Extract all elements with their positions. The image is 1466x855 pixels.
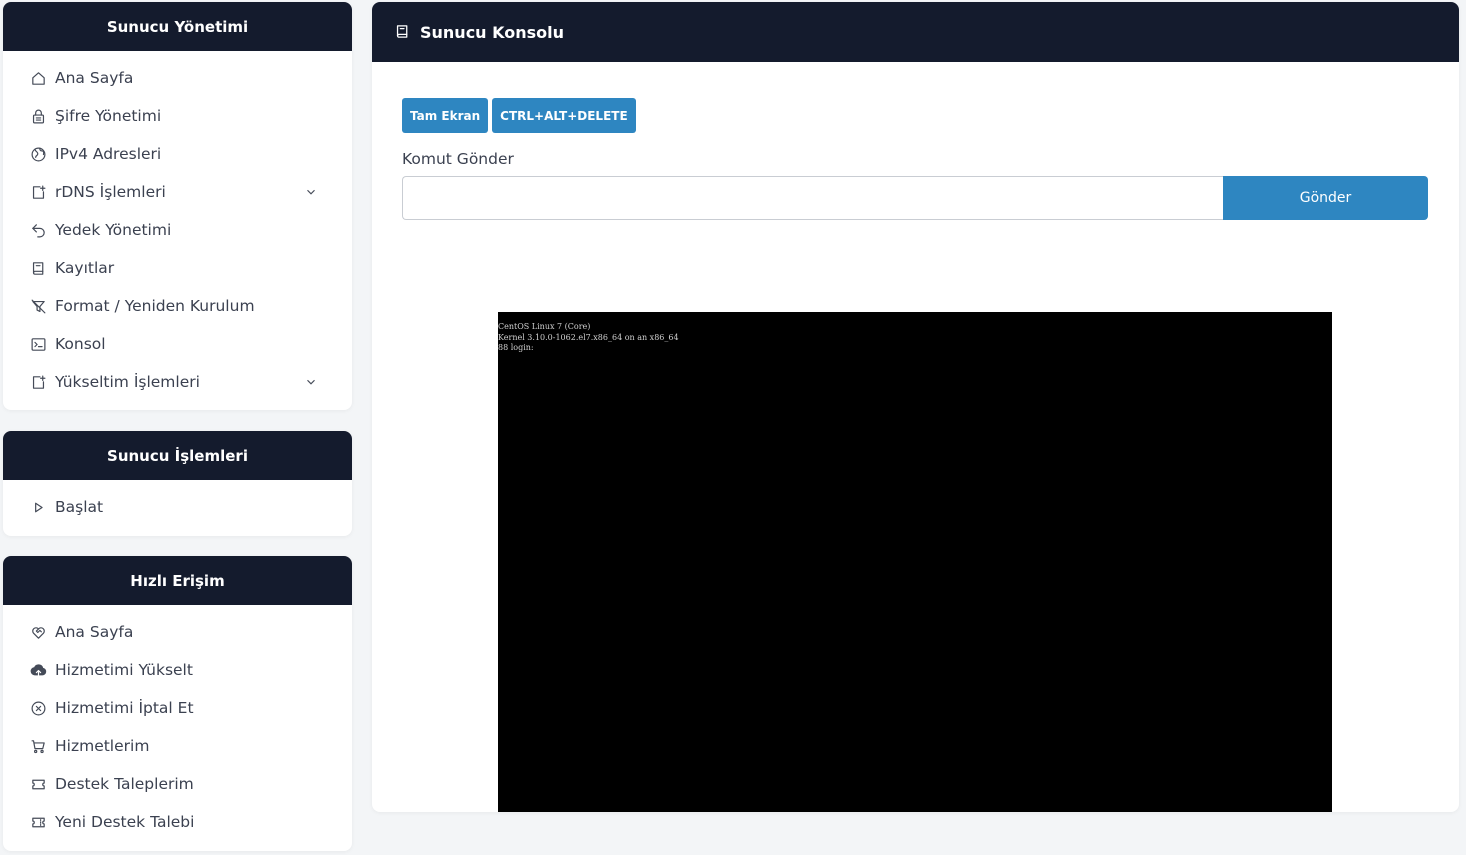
quick-item-upgrade-service[interactable]: Hizmetimi Yükselt <box>3 651 352 689</box>
quick-item-label: Hizmetlerim <box>55 737 150 755</box>
sidebar-item-label: Başlat <box>55 498 104 516</box>
sidebar-item-password[interactable]: Şifre Yönetimi <box>3 97 352 135</box>
quick-item-label: Hizmetimi İptal Et <box>55 699 194 717</box>
sidebar-item-label: Yedek Yönetimi <box>55 221 172 239</box>
quick-item-label: Ana Sayfa <box>55 623 134 641</box>
send-command-button[interactable]: Gönder <box>1223 176 1428 220</box>
sidebar-item-logs[interactable]: Kayıtlar <box>3 249 352 287</box>
ctrl-alt-delete-button[interactable]: CTRL+ALT+DELETE <box>492 98 636 133</box>
server-management-panel: Sunucu Yönetimi Ana Sayfa Şifre Yönetimi… <box>3 2 352 410</box>
console-screen[interactable]: CentOS Linux 7 (Core) Kernel 3.10.0-1062… <box>498 312 1332 812</box>
play-icon <box>29 498 47 516</box>
sidebar-item-upgrade[interactable]: Yükseltim İşlemleri <box>3 363 352 401</box>
sidebar-item-rdns[interactable]: rDNS İşlemleri <box>3 173 352 211</box>
heart-handshake-icon <box>29 623 47 641</box>
sidebar-item-reinstall[interactable]: Format / Yeniden Kurulum <box>3 287 352 325</box>
console-card: Sunucu Konsolu Tam Ekran CTRL+ALT+DELETE… <box>372 2 1459 812</box>
console-line: Kernel 3.10.0-1062.el7.x86_64 on an x86_… <box>498 332 679 342</box>
sidebar-item-label: Konsol <box>55 335 106 353</box>
lock-icon <box>29 107 47 125</box>
sidebar-item-label: Yükseltim İşlemleri <box>55 373 200 391</box>
command-input[interactable] <box>402 176 1223 220</box>
sidebar-item-backup[interactable]: Yedek Yönetimi <box>3 211 352 249</box>
quick-item-home[interactable]: Ana Sayfa <box>3 613 352 651</box>
sidebar-item-label: Şifre Yönetimi <box>55 107 162 125</box>
server-operations-panel: Sunucu İşlemleri Başlat <box>3 431 352 536</box>
quick-item-new-ticket[interactable]: Yeni Destek Talebi <box>3 803 352 841</box>
console-toolbar: Tam Ekran CTRL+ALT+DELETE <box>402 98 636 133</box>
sidebar-item-label: Kayıtlar <box>55 259 115 277</box>
x-circle-icon <box>29 699 47 717</box>
server-management-title: Sunucu Yönetimi <box>3 2 352 51</box>
quick-item-label: Hizmetimi Yükselt <box>55 661 193 679</box>
globe-icon <box>29 145 47 163</box>
home-icon <box>29 69 47 87</box>
console-header: Sunucu Konsolu <box>372 2 1459 62</box>
console-line: 88 login: <box>498 343 534 352</box>
sidebar-item-home[interactable]: Ana Sayfa <box>3 59 352 97</box>
sidebar-item-start[interactable]: Başlat <box>3 488 352 526</box>
command-label: Komut Gönder <box>402 150 514 168</box>
square-plus-icon <box>29 373 47 391</box>
console-line: CentOS Linux 7 (Core) <box>498 322 591 331</box>
ticket-dashed-icon <box>29 813 47 831</box>
quick-item-label: Destek Taleplerim <box>55 775 194 793</box>
square-plus-icon <box>29 183 47 201</box>
chevron-down-icon[interactable] <box>304 375 318 389</box>
server-management-menu: Ana Sayfa Şifre Yönetimi IPv4 Adresleri … <box>3 51 352 401</box>
quick-access-title: Hızlı Erişim <box>3 556 352 605</box>
ticket-icon <box>29 775 47 793</box>
sidebar-item-label: IPv4 Adresleri <box>55 145 162 163</box>
chevron-down-icon[interactable] <box>304 185 318 199</box>
sidebar-item-label: rDNS İşlemleri <box>55 183 166 201</box>
sidebar-item-label: Ana Sayfa <box>55 69 134 87</box>
page-title: Sunucu Konsolu <box>420 22 565 42</box>
filter-off-icon <box>29 297 47 315</box>
sidebar-item-console[interactable]: Konsol <box>3 325 352 363</box>
quick-item-my-services[interactable]: Hizmetlerim <box>3 727 352 765</box>
cart-icon <box>29 737 47 755</box>
cloud-upload-icon <box>29 661 47 679</box>
fullscreen-button[interactable]: Tam Ekran <box>402 98 489 133</box>
sidebar-item-label: Format / Yeniden Kurulum <box>55 297 255 315</box>
book-icon <box>29 259 47 277</box>
quick-item-my-tickets[interactable]: Destek Taleplerim <box>3 765 352 803</box>
server-operations-title: Sunucu İşlemleri <box>3 431 352 480</box>
server-operations-menu: Başlat <box>3 480 352 526</box>
undo-icon <box>29 221 47 239</box>
quick-item-cancel-service[interactable]: Hizmetimi İptal Et <box>3 689 352 727</box>
quick-item-label: Yeni Destek Talebi <box>55 813 195 831</box>
quick-access-panel: Hızlı Erişim Ana Sayfa Hizmetimi Yükselt… <box>3 556 352 851</box>
quick-access-menu: Ana Sayfa Hizmetimi Yükselt Hizmetimi İp… <box>3 605 352 841</box>
terminal-icon <box>29 335 47 353</box>
sidebar-item-ipv4[interactable]: IPv4 Adresleri <box>3 135 352 173</box>
book-icon <box>394 23 412 41</box>
